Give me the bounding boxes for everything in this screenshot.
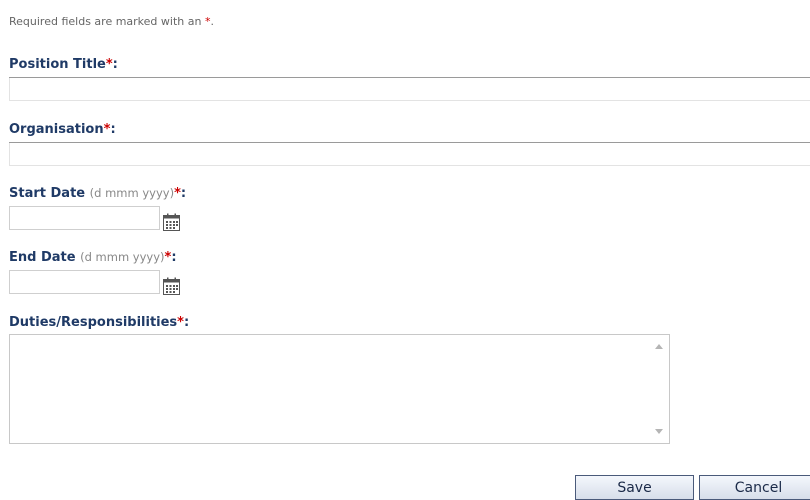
calendar-icon[interactable] (163, 213, 180, 231)
required-fields-note: Required fields are marked with an *. (9, 15, 214, 28)
scroll-up-arrow-icon[interactable] (655, 344, 663, 349)
organisation-label-text: Organisation (9, 122, 104, 137)
save-button[interactable]: Save (575, 475, 694, 500)
label-colon: : (183, 315, 190, 330)
position-title-label-text: Position Title (9, 57, 106, 72)
scroll-down-arrow-icon[interactable] (655, 429, 663, 434)
duties-textarea-container (9, 334, 670, 444)
label-colon: : (112, 57, 118, 72)
required-marker: * (105, 57, 113, 72)
duties-label-text: Duties/Responsibilities (9, 315, 178, 330)
required-marker: * (174, 186, 181, 201)
cancel-button[interactable]: Cancel (699, 475, 810, 500)
end-date-input[interactable] (9, 270, 160, 294)
end-date-label-text: End Date (9, 250, 76, 265)
textarea-scrollbar[interactable] (650, 335, 669, 443)
end-date-label: End Date (d mmm yyyy)*: (9, 250, 177, 265)
required-note-period: . (210, 15, 214, 28)
date-format-hint: (d mmm yyyy) (80, 250, 165, 264)
label-colon: : (110, 122, 116, 137)
required-marker: * (177, 315, 184, 330)
label-colon: : (171, 250, 177, 265)
organisation-label: Organisation*: (9, 122, 116, 137)
organisation-input[interactable] (9, 143, 810, 166)
position-title-label: Position Title*: (9, 57, 118, 72)
duties-label: Duties/Responsibilities*: (9, 315, 189, 330)
calendar-icon[interactable] (163, 277, 180, 295)
date-format-hint: (d mmm yyyy) (89, 186, 175, 200)
start-date-input[interactable] (9, 206, 160, 230)
required-note-text: Required fields are marked with an (9, 15, 205, 28)
label-colon: : (180, 186, 187, 201)
position-title-input[interactable] (9, 78, 810, 101)
duties-textarea[interactable] (10, 335, 650, 443)
start-date-label-text: Start Date (9, 186, 86, 201)
start-date-label: Start Date (d mmm yyyy)*: (9, 186, 186, 201)
